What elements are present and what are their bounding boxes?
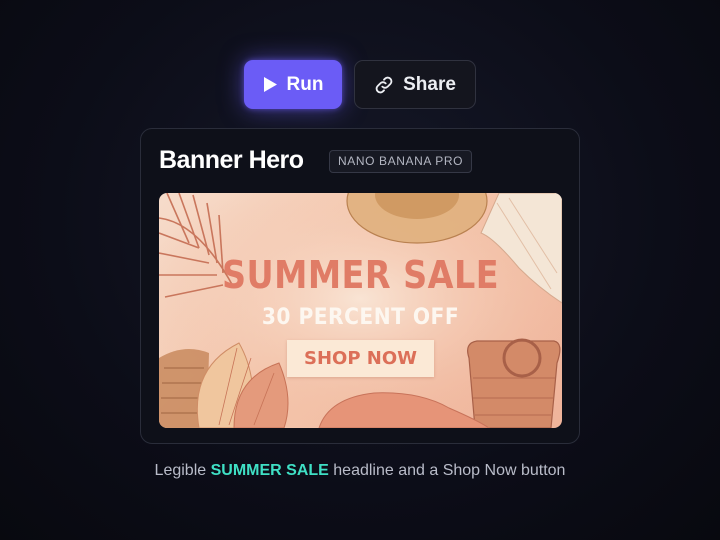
caption-suffix: headline and a Shop Now button xyxy=(328,462,566,479)
result-card: Banner Hero NANO BANANA PRO SUMMER SALE … xyxy=(140,128,580,444)
banner-subheadline: 30 PERCENT OFF xyxy=(261,305,460,330)
model-badge: NANO BANANA PRO xyxy=(329,150,473,173)
caption-highlight: SUMMER SALE xyxy=(210,462,329,479)
banner-headline: SUMMER SALE xyxy=(221,253,499,297)
caption-prefix: Legible xyxy=(154,462,211,479)
banner-shop-now-button: SHOP NOW xyxy=(287,340,434,377)
link-icon xyxy=(374,75,394,95)
toolbar: Run Share xyxy=(0,60,720,109)
caption: Legible SUMMER SALE headline and a Shop … xyxy=(0,462,720,480)
run-button-label: Run xyxy=(286,73,324,95)
run-button[interactable]: Run xyxy=(244,60,342,109)
share-button[interactable]: Share xyxy=(354,60,476,109)
card-title: Banner Hero xyxy=(159,146,304,174)
generated-banner-image: SUMMER SALE 30 PERCENT OFF SHOP NOW xyxy=(159,193,562,428)
share-button-label: Share xyxy=(403,73,456,95)
play-icon xyxy=(263,76,278,93)
